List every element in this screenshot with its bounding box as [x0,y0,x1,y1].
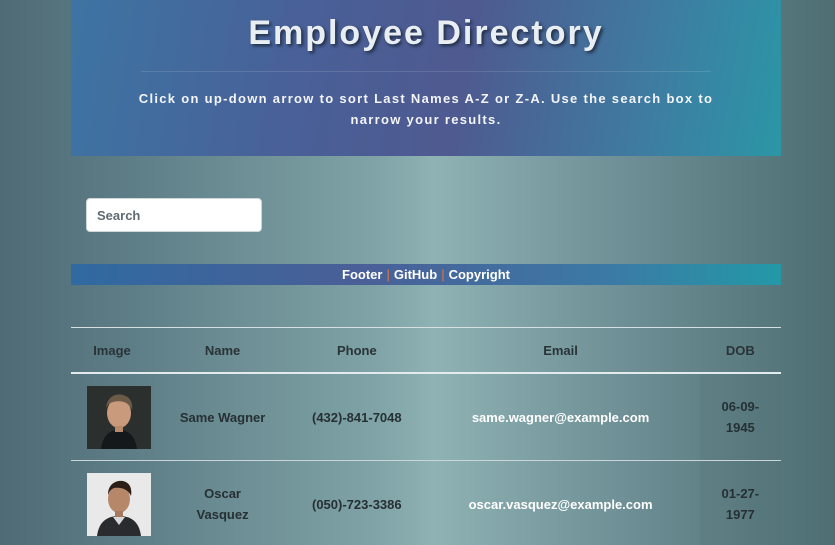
employee-table: Image Name Phone Email DOB Same Wagner (… [71,327,781,545]
table-row: Oscar Vasquez (050)-723-3386 oscar.vasqu… [71,460,781,545]
column-header-image: Image [71,327,153,374]
employee-photo [87,385,151,449]
column-header-name[interactable]: Name [152,327,293,374]
table-header-row: Image Name Phone Email DOB [71,327,781,374]
column-header-dob: DOB [699,327,781,374]
employee-photo-cell [71,460,153,545]
page-subtitle: Click on up-down arrow to sort Last Name… [138,91,714,127]
employee-phone: (050)-723-3386 [292,460,422,545]
page-header: Employee Directory Click on up-down arro… [71,0,781,156]
table-row: Same Wagner (432)-841-7048 same.wagner@e… [71,373,781,461]
employee-dob: 06-09-1945 [699,373,781,461]
github-link[interactable]: GitHub [394,267,437,282]
footer-separator: | [386,267,390,282]
employee-photo [87,472,151,536]
employee-phone: (432)-841-7048 [292,373,422,461]
footer-bar: Footer | GitHub | Copyright [71,264,781,285]
column-header-phone: Phone [292,327,422,374]
search-input[interactable] [86,198,262,232]
employee-dob: 01-27-1977 [699,460,781,545]
employee-email: same.wagner@example.com [421,373,700,461]
copyright-link[interactable]: Copyright [449,267,510,282]
footer-link[interactable]: Footer [342,267,382,282]
employee-name: Same Wagner [152,373,293,461]
employee-email: oscar.vasquez@example.com [421,460,700,545]
employee-name-text: Oscar Vasquez [196,486,249,522]
employee-name: Oscar Vasquez [152,460,293,545]
employee-photo-cell [71,373,153,461]
header-divider [141,71,711,72]
page-title: Employee Directory [248,14,604,52]
footer-separator: | [441,267,445,282]
column-header-email: Email [421,327,700,374]
